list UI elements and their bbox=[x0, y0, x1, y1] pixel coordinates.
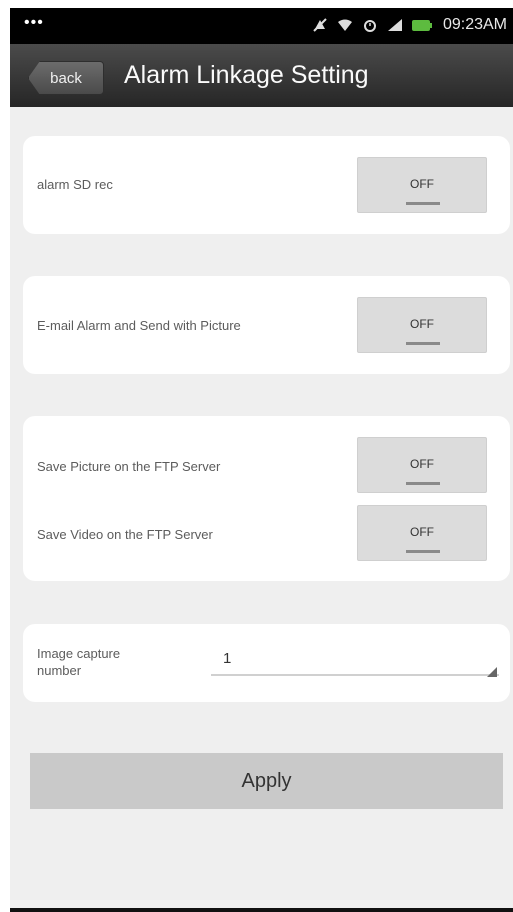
wifi-icon bbox=[337, 18, 353, 32]
notification-off-icon bbox=[312, 17, 328, 33]
toggle-indicator bbox=[406, 342, 440, 345]
back-button[interactable]: back bbox=[28, 61, 104, 95]
sd-rec-card: alarm SD rec OFF bbox=[23, 136, 510, 234]
app-screen: ••• 09:23AM back Alarm Linkage Setting a bbox=[10, 8, 513, 912]
apply-button[interactable]: Apply bbox=[30, 753, 503, 809]
sd-rec-toggle[interactable]: OFF bbox=[357, 157, 487, 213]
signal-icon bbox=[387, 18, 403, 32]
capture-label-line2: number bbox=[37, 663, 82, 678]
toggle-indicator bbox=[406, 482, 440, 485]
email-toggle[interactable]: OFF bbox=[357, 297, 487, 353]
action-bar: back Alarm Linkage Setting bbox=[10, 44, 513, 107]
ftp-video-label: Save Video on the FTP Server bbox=[37, 527, 213, 542]
alarm-icon bbox=[362, 17, 378, 33]
email-card: E-mail Alarm and Send with Picture OFF bbox=[23, 276, 510, 374]
sd-rec-label: alarm SD rec bbox=[37, 177, 113, 192]
email-toggle-text: OFF bbox=[410, 317, 434, 331]
capture-label-line1: Image capture bbox=[37, 646, 121, 661]
page-title: Alarm Linkage Setting bbox=[124, 61, 369, 89]
ftp-picture-label: Save Picture on the FTP Server bbox=[37, 459, 221, 474]
capture-card: Image capture number 1 bbox=[23, 624, 510, 702]
dropdown-arrow-icon[interactable] bbox=[487, 664, 497, 682]
status-dots: ••• bbox=[24, 14, 44, 31]
sd-rec-toggle-text: OFF bbox=[410, 177, 434, 191]
toggle-indicator bbox=[406, 202, 440, 205]
ftp-card: Save Picture on the FTP Server OFF Save … bbox=[23, 416, 510, 581]
ftp-video-toggle-text: OFF bbox=[410, 525, 434, 539]
email-label: E-mail Alarm and Send with Picture bbox=[37, 318, 241, 333]
capture-number-value[interactable]: 1 bbox=[223, 650, 231, 667]
capture-number-dropdown[interactable] bbox=[211, 674, 499, 676]
bottom-edge bbox=[10, 908, 513, 912]
battery-icon bbox=[411, 19, 432, 31]
status-icons: 09:23AM bbox=[312, 16, 507, 34]
status-time: 09:23AM bbox=[442, 16, 507, 33]
status-bar: ••• 09:23AM bbox=[10, 8, 513, 44]
ftp-video-toggle[interactable]: OFF bbox=[357, 505, 487, 561]
ftp-picture-toggle-text: OFF bbox=[410, 457, 434, 471]
ftp-picture-toggle[interactable]: OFF bbox=[357, 437, 487, 493]
toggle-indicator bbox=[406, 550, 440, 553]
